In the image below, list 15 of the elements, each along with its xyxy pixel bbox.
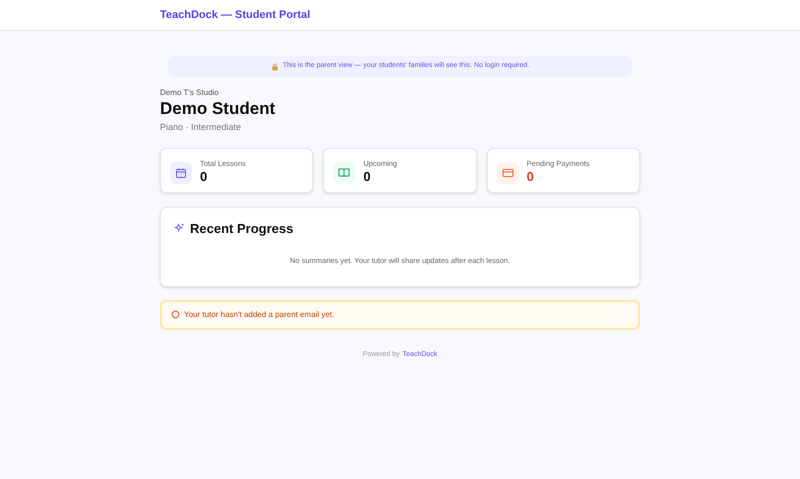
credit-card-icon xyxy=(502,166,514,178)
sparkles-icon xyxy=(174,222,185,234)
calendar-icon xyxy=(175,166,187,178)
student-name: Demo Student xyxy=(160,99,276,119)
stat-value: 0 xyxy=(200,168,208,184)
alert-circle-icon xyxy=(171,310,180,319)
stat-value: 0 xyxy=(363,168,372,184)
progress-title: Recent Progress xyxy=(190,220,294,238)
studio-name: Demo T's Studio xyxy=(160,87,220,99)
notice-text: Your tutor hasn't added a parent email yet. xyxy=(184,308,334,320)
stat-value: 0 xyxy=(526,168,535,184)
portal-title: TeachDock — Student Portal xyxy=(160,8,310,23)
book-icon xyxy=(338,166,350,178)
student-details: Piano · Intermediate xyxy=(160,121,242,134)
lock-icon xyxy=(270,62,279,70)
